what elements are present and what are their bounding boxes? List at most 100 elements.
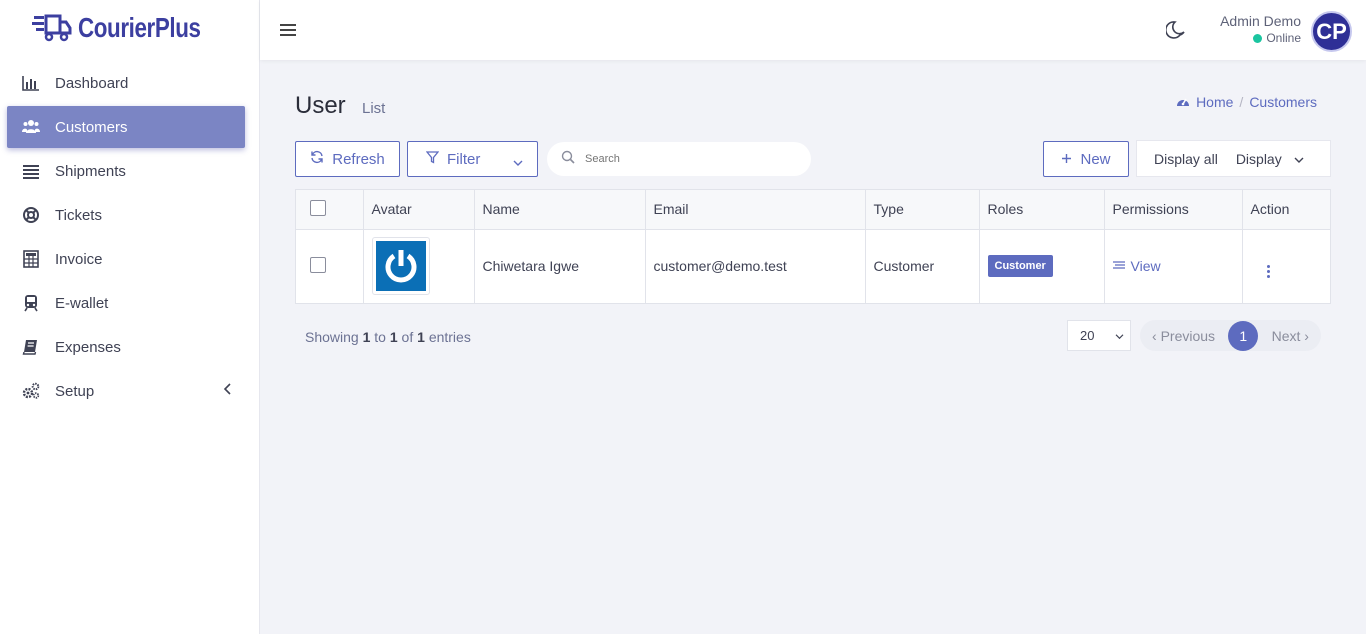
menu-toggle-icon[interactable] [280,21,300,39]
showing-to: 1 [389,329,398,345]
chevron-down-icon [1294,151,1304,167]
list-lines-icon [1112,258,1125,274]
roles-cell: Customer [979,229,1105,303]
filter-icon [425,150,440,168]
book-icon [21,338,41,356]
showing-entries-word: entries [428,329,471,345]
calculator-icon [21,250,41,268]
search-input[interactable] [585,153,785,165]
next-label: Next [1271,327,1301,344]
table-footer: Showing 1 to 1 of 1 entries 20 ‹ Previou… [295,318,1331,354]
column-header[interactable]: Avatar [363,190,475,230]
user-status: Online [1210,31,1301,45]
new-button[interactable]: New [1043,141,1129,177]
cogs-icon [21,382,41,400]
permissions-cell: View [1104,229,1243,303]
sidebar-item-customers[interactable]: Customers [7,106,245,148]
breadcrumb-separator: / [1239,94,1244,110]
type-cell: Customer [865,229,980,303]
filter-button[interactable]: Filter [407,141,538,177]
column-header[interactable]: Permissions [1104,190,1243,230]
users-table: Avatar Name Email Type Roles Permissions… [295,189,1331,304]
refresh-icon [310,150,324,168]
user-info[interactable]: Admin Demo Online [1210,13,1301,45]
search-box[interactable] [547,142,811,176]
train-icon [21,294,41,312]
column-header[interactable]: Action [1242,190,1330,230]
chevron-down-icon [1115,328,1124,343]
display-options: Display all Display [1136,140,1331,177]
page-subtitle: List [362,100,386,117]
email-cell: customer@demo.test [645,229,866,303]
page-title: User [295,92,346,119]
avatar-cell [363,229,475,303]
view-permissions-link[interactable]: View [1112,258,1161,274]
column-header[interactable]: Email [645,190,866,230]
sidebar-item-shipments[interactable]: Shipments [7,150,245,192]
display-all-button[interactable]: Display all [1154,151,1218,167]
previous-label: Previous [1160,327,1216,344]
sidebar: CourierPlus Dashboard Customers Shipment… [0,0,260,634]
sidebar-item-ewallet[interactable]: E-wallet [7,282,245,324]
sidebar-item-dashboard[interactable]: Dashboard [7,62,245,104]
display-select[interactable]: Display [1236,151,1282,167]
more-actions-icon[interactable] [1266,264,1270,278]
power-icon [375,241,426,292]
refresh-button[interactable]: Refresh [295,141,400,177]
search-icon [561,150,575,169]
sidebar-item-label: Shipments [55,162,126,180]
row-select-cell [296,229,364,303]
chevron-down-icon [513,154,523,171]
per-page-select[interactable]: 20 [1067,320,1131,351]
showing-total: 1 [417,329,425,345]
select-all-checkbox[interactable] [310,199,326,216]
top-header: Admin Demo Online CP [260,0,1366,60]
truck-logo-icon [31,14,71,42]
action-cell [1242,229,1330,303]
showing-of-word: of [401,329,414,345]
avatar-initials: CP [1316,18,1347,44]
next-page-button[interactable]: Next › [1272,328,1309,344]
sidebar-item-label: E-wallet [55,294,109,312]
sidebar-nav: Dashboard Customers Shipments Tickets In… [0,62,259,412]
sidebar-item-label: Expenses [55,338,121,356]
users-icon [21,118,41,136]
sidebar-item-label: Dashboard [55,74,129,92]
select-all-cell [296,190,364,230]
tachometer-icon [1176,94,1190,110]
brand-logo[interactable]: CourierPlus [0,0,259,56]
refresh-label: Refresh [332,150,385,168]
sidebar-item-invoice[interactable]: Invoice [7,238,245,280]
table-header-row: Avatar Name Email Type Roles Permissions… [296,190,1330,230]
user-name: Admin Demo [1220,13,1301,29]
breadcrumb-home[interactable]: Home [1196,94,1233,110]
per-page-value: 20 [1080,328,1095,343]
row-checkbox[interactable] [310,256,326,273]
main-content: User List Home / Customers Refresh Filte… [295,60,1331,351]
column-header[interactable]: Roles [979,190,1105,230]
sidebar-item-tickets[interactable]: Tickets [7,194,245,236]
column-header[interactable]: Type [865,190,980,230]
pagination: ‹ Previous 1 Next › [1140,320,1321,351]
list-icon [21,162,41,180]
previous-page-button[interactable]: ‹ Previous [1152,328,1215,344]
page-number-button[interactable]: 1 [1228,320,1259,351]
filter-label: Filter [447,150,481,168]
entries-summary: Showing 1 to 1 of 1 entries [305,329,471,345]
chevron-left-icon[interactable] [223,382,233,400]
brand-name: CourierPlus [77,12,201,43]
plus-icon [1061,151,1072,168]
showing-from: 1 [362,329,371,345]
column-header[interactable]: Name [474,190,646,230]
user-avatar[interactable] [371,237,430,296]
dark-mode-toggle-icon[interactable] [1165,20,1186,45]
name-cell: Chiwetara Igwe [474,229,646,303]
avatar[interactable]: CP [1311,11,1352,52]
table-row[interactable]: Chiwetara Igwe customer@demo.test Custom… [296,229,1330,303]
new-label: New [1080,150,1111,168]
breadcrumb: Home / Customers [1176,94,1317,110]
sidebar-item-setup[interactable]: Setup [7,370,245,412]
lifebuoy-icon [21,206,41,224]
sidebar-item-expenses[interactable]: Expenses [7,326,245,368]
breadcrumb-current[interactable]: Customers [1249,94,1317,110]
